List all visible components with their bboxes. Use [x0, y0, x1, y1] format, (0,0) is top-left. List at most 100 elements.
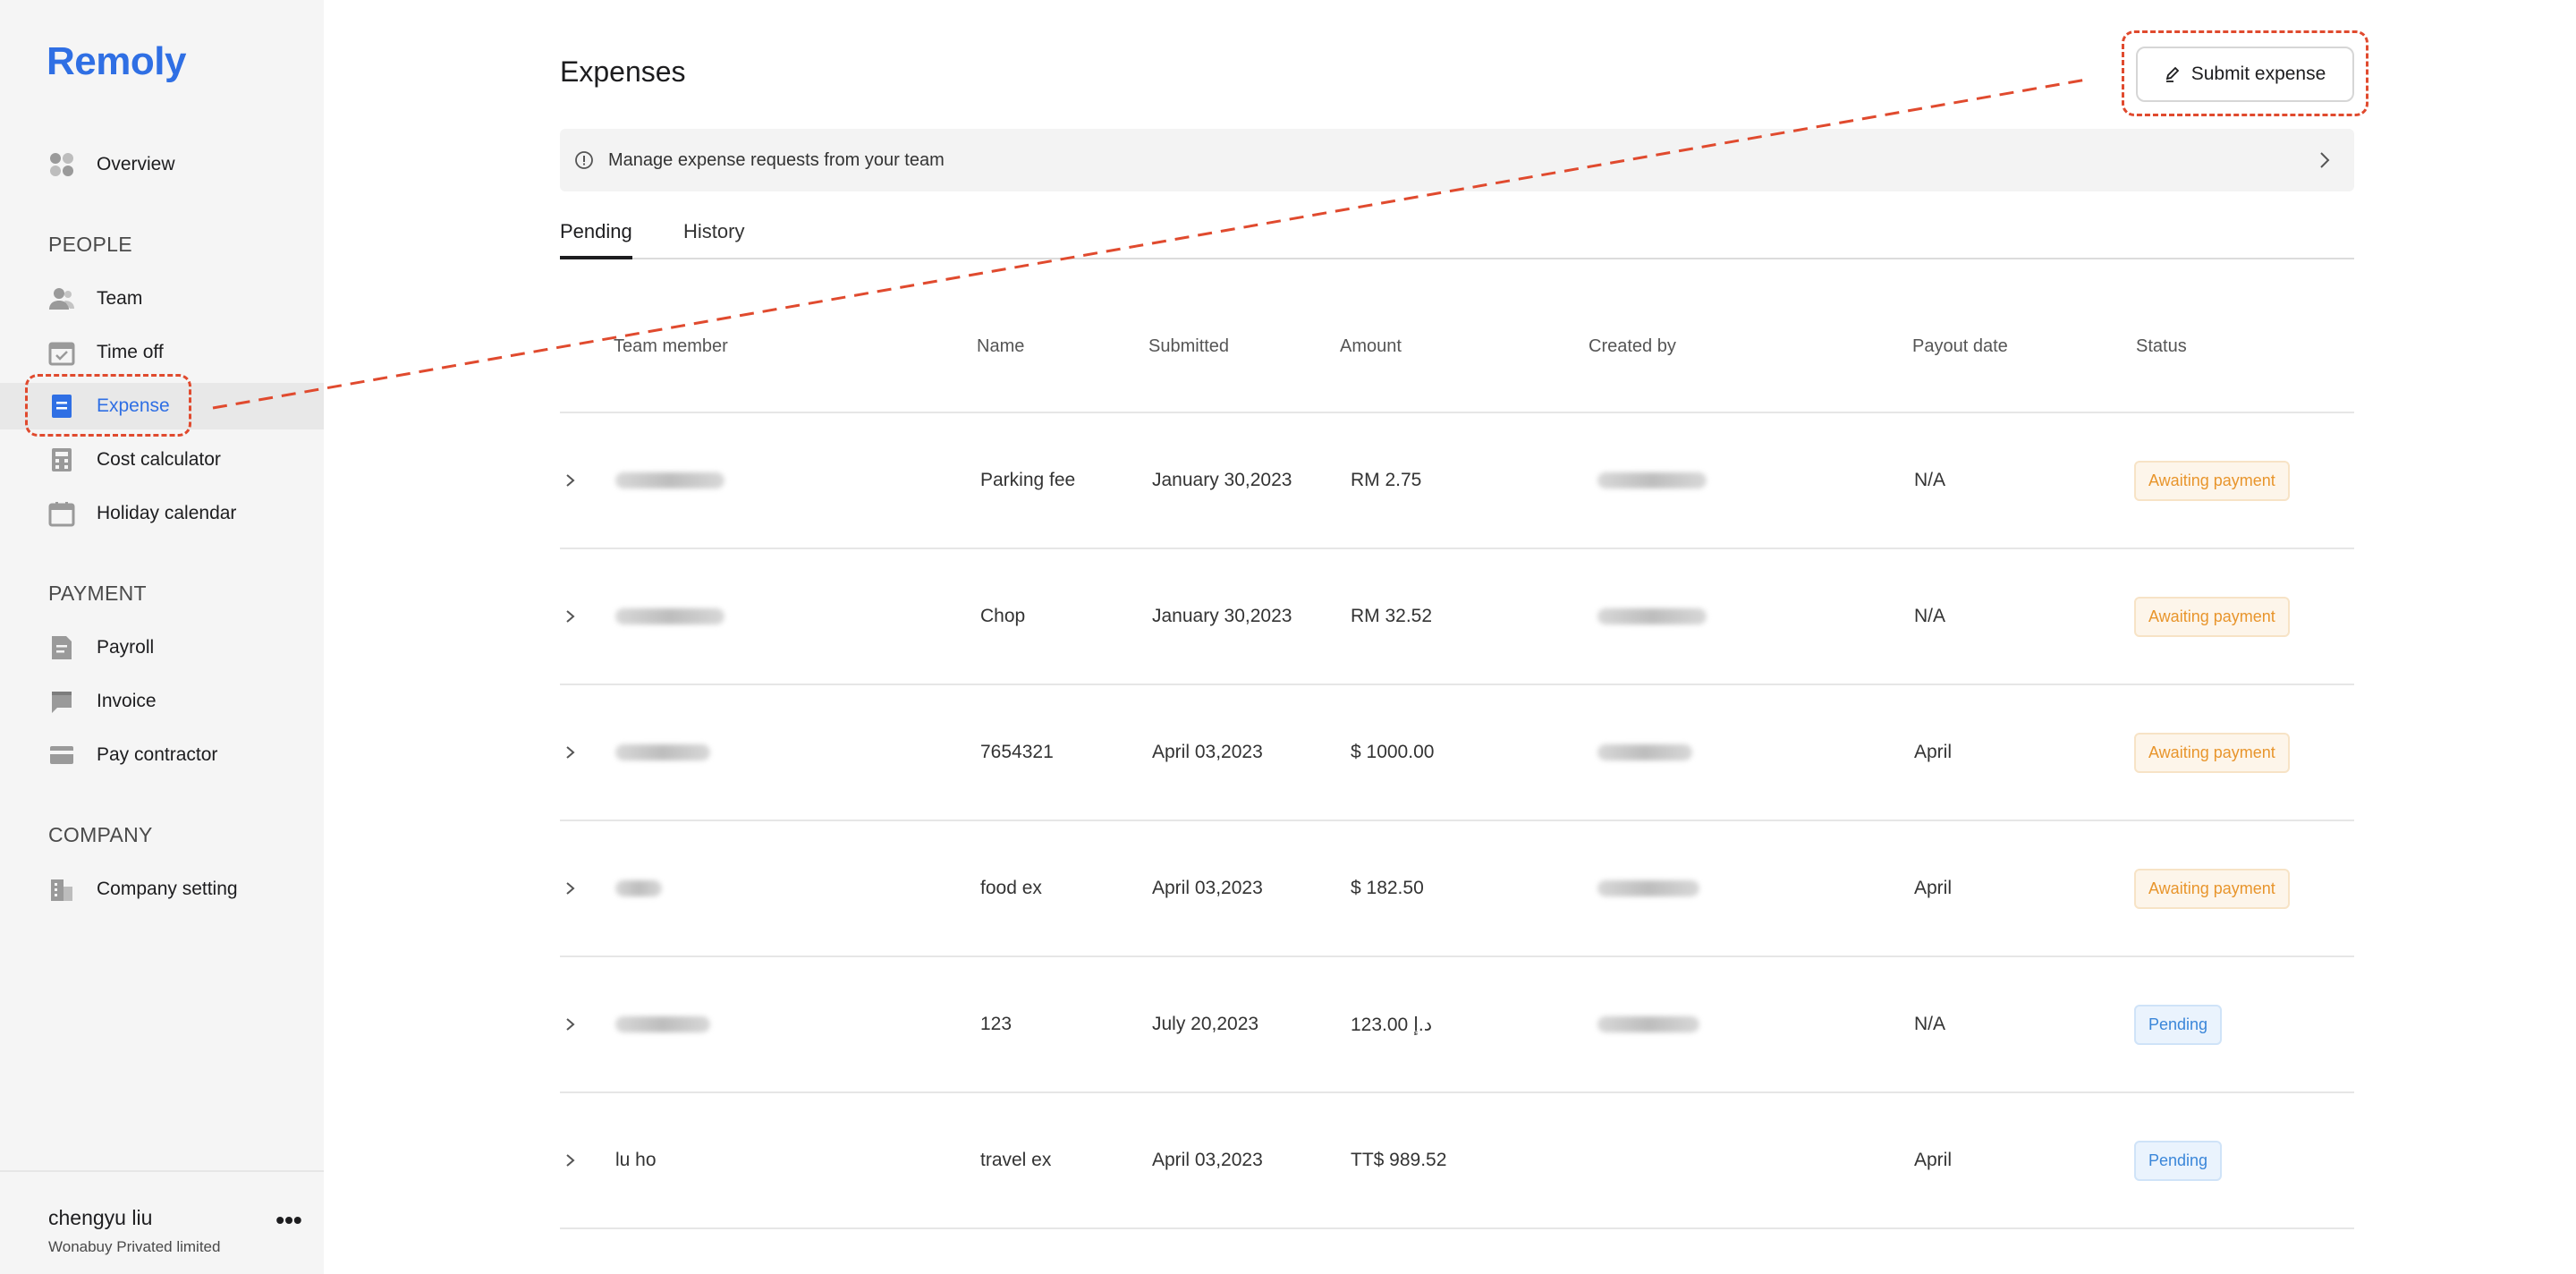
sidebar-item-label: Holiday calendar — [97, 503, 237, 523]
blurred-name — [1597, 472, 1707, 488]
blurred-name — [615, 744, 710, 760]
column-header-team-member: Team member — [614, 336, 728, 356]
amount-cell: $ 1000.00 — [1351, 742, 1435, 762]
chevron-right-icon[interactable] — [564, 821, 578, 956]
status-badge: Awaiting payment — [2134, 732, 2290, 773]
sidebar-divider — [0, 1170, 324, 1172]
team-member-cell — [615, 821, 662, 956]
blurred-name — [615, 608, 724, 624]
created-by-cell — [1597, 685, 1692, 820]
status-cell: Awaiting payment — [2134, 685, 2290, 820]
created-by-cell — [1597, 821, 1699, 956]
calendar-icon — [48, 500, 75, 527]
blurred-name — [1597, 608, 1707, 624]
blurred-name — [1597, 880, 1699, 896]
sidebar-item-label: Time off — [97, 342, 164, 362]
status-badge: Pending — [2134, 1140, 2223, 1181]
table-row[interactable]: lu ho travel ex April 03,2023 TT$ 989.52… — [560, 1093, 2354, 1229]
annotation-highlight-submit — [2122, 30, 2368, 116]
blurred-name — [1597, 744, 1692, 760]
payout-cell: April — [1914, 742, 1953, 762]
overview-icon — [48, 151, 75, 178]
column-header-status: Status — [2136, 336, 2187, 356]
name-cell: food ex — [980, 878, 1042, 898]
status-badge: Awaiting payment — [2134, 868, 2290, 909]
page-title: Expenses — [560, 55, 686, 88]
status-badge: Pending — [2134, 1004, 2223, 1045]
payout-cell: N/A — [1914, 606, 1946, 626]
amount-cell: $ 182.50 — [1351, 878, 1424, 898]
sidebar-item-label: Company setting — [97, 879, 238, 899]
submitted-cell: April 03,2023 — [1152, 878, 1263, 898]
team-icon — [48, 285, 75, 312]
column-header-amount: Amount — [1340, 336, 1402, 356]
app-logo: Remoly — [47, 39, 186, 83]
payout-cell: N/A — [1914, 1014, 1946, 1034]
sidebar-item-overview[interactable]: Overview — [0, 141, 324, 188]
chevron-right-icon[interactable] — [564, 549, 578, 684]
sidebar-item-label: Team — [97, 288, 143, 309]
blurred-name — [615, 472, 724, 488]
sidebar-item-company-setting[interactable]: Company setting — [0, 866, 324, 913]
submitted-cell: July 20,2023 — [1152, 1014, 1259, 1034]
sidebar-item-label: Pay contractor — [97, 744, 218, 765]
table-row[interactable]: 7654321 April 03,2023 $ 1000.00 April Aw… — [560, 685, 2354, 821]
sidebar-item-time-off[interactable]: Time off — [0, 329, 324, 376]
chevron-right-icon[interactable] — [564, 413, 578, 548]
created-by-cell — [1597, 549, 1707, 684]
payout-cell: April — [1914, 878, 1953, 898]
payroll-icon — [48, 634, 75, 661]
chevron-right-icon — [2315, 149, 2334, 172]
payout-cell: N/A — [1914, 470, 1946, 490]
column-header-payout-date: Payout date — [1912, 336, 2008, 356]
status-cell: Pending — [2134, 1093, 2223, 1227]
table-row[interactable]: Parking fee January 30,2023 RM 2.75 N/A … — [560, 413, 2354, 549]
status-badge: Awaiting payment — [2134, 596, 2290, 637]
created-by-cell — [1597, 413, 1707, 548]
name-cell: Parking fee — [980, 470, 1076, 490]
tab-history[interactable]: History — [683, 218, 744, 259]
more-options-button[interactable]: ••• — [275, 1208, 302, 1238]
amount-cell: RM 32.52 — [1351, 606, 1433, 626]
status-cell: Awaiting payment — [2134, 821, 2290, 956]
sidebar-item-payroll[interactable]: Payroll — [0, 624, 324, 671]
sidebar-item-label: Invoice — [97, 691, 157, 711]
chevron-right-icon[interactable] — [564, 1093, 578, 1227]
sidebar-item-team[interactable]: Team — [0, 276, 324, 322]
submitted-cell: April 03,2023 — [1152, 742, 1263, 762]
name-cell: 123 — [980, 1014, 1013, 1034]
table-row[interactable]: 123 July 20,2023 123.00 د.إ N/A Pending — [560, 957, 2354, 1093]
team-member-cell: lu ho — [615, 1150, 657, 1170]
annotation-highlight-expense — [25, 374, 191, 437]
info-banner[interactable]: Manage expense requests from your team — [560, 129, 2354, 191]
calendar-check-icon — [48, 339, 75, 366]
sidebar-item-invoice[interactable]: Invoice — [0, 678, 324, 725]
table-row[interactable]: Chop January 30,2023 RM 32.52 N/A Awaiti… — [560, 549, 2354, 685]
chevron-right-icon[interactable] — [564, 685, 578, 820]
info-icon — [574, 150, 594, 170]
credit-card-icon — [48, 742, 75, 769]
name-cell: 7654321 — [980, 742, 1054, 762]
user-name: chengyu liu — [48, 1206, 153, 1229]
sidebar-item-cost-calculator[interactable]: Cost calculator — [0, 437, 324, 483]
team-member-cell — [615, 685, 710, 820]
amount-cell: RM 2.75 — [1351, 470, 1422, 490]
tabs: Pending History — [560, 218, 2354, 259]
sidebar-item-label: Cost calculator — [97, 449, 221, 470]
created-by-cell — [1597, 957, 1699, 1091]
blurred-name — [615, 880, 662, 896]
banner-text: Manage expense requests from your team — [608, 149, 945, 170]
user-company: Wonabuy Privated limited — [48, 1238, 221, 1255]
table-row[interactable]: food ex April 03,2023 $ 182.50 April Awa… — [560, 821, 2354, 957]
sidebar-item-holiday-calendar[interactable]: Holiday calendar — [0, 490, 324, 537]
sidebar: Remoly Overview PEOPLE Team Time off Exp… — [0, 0, 324, 1274]
sidebar-item-pay-contractor[interactable]: Pay contractor — [0, 732, 324, 778]
building-icon — [48, 876, 75, 903]
sidebar-item-label: Overview — [97, 154, 175, 174]
team-member-cell — [615, 957, 710, 1091]
amount-cell: 123.00 د.إ — [1351, 1014, 1433, 1035]
name-cell: Chop — [980, 606, 1026, 626]
tab-pending[interactable]: Pending — [560, 218, 632, 259]
status-badge: Awaiting payment — [2134, 460, 2290, 501]
chevron-right-icon[interactable] — [564, 957, 578, 1091]
